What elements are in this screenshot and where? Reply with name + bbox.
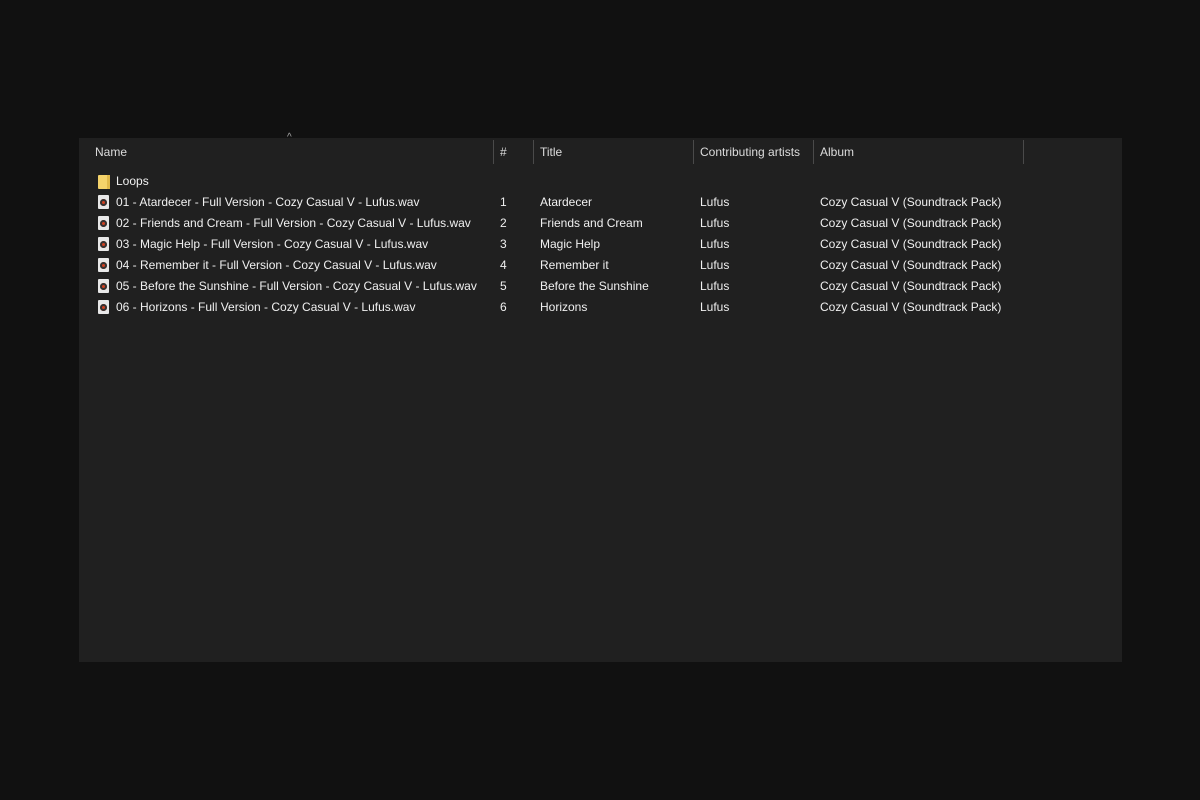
album-name: Cozy Casual V (Soundtrack Pack) (820, 279, 1002, 293)
album-name: Cozy Casual V (Soundtrack Pack) (820, 237, 1002, 251)
contributing-artist: Lufus (700, 300, 730, 314)
track-title: Magic Help (540, 237, 601, 251)
file-name: 03 - Magic Help - Full Version - Cozy Ca… (116, 237, 429, 251)
track-title: Friends and Cream (540, 216, 643, 230)
audio-file-icon (98, 279, 109, 293)
track-title: Before the Sunshine (540, 279, 649, 293)
file-name: 04 - Remember it - Full Version - Cozy C… (116, 258, 437, 272)
column-header-album[interactable]: Album (813, 138, 1023, 166)
contributing-artist: Lufus (700, 216, 730, 230)
file-row[interactable]: 04 - Remember it - Full Version - Cozy C… (79, 255, 1122, 276)
track-number: 6 (500, 300, 507, 314)
track-title: Horizons (540, 300, 588, 314)
audio-file-icon (98, 195, 109, 209)
file-row[interactable]: 02 - Friends and Cream - Full Version - … (79, 213, 1122, 234)
contributing-artist: Lufus (700, 195, 730, 209)
track-title: Atardecer (540, 195, 593, 209)
track-title: Remember it (540, 258, 609, 272)
contributing-artist: Lufus (700, 258, 730, 272)
album-name: Cozy Casual V (Soundtrack Pack) (820, 195, 1002, 209)
column-header-bar: ^ Name # Title Contributing artists Albu… (79, 132, 1122, 166)
column-header-name[interactable]: Name (88, 138, 493, 166)
contributing-artist: Lufus (700, 237, 730, 251)
track-number: 1 (500, 195, 507, 209)
file-list-view: ^ Name # Title Contributing artists Albu… (79, 132, 1122, 662)
contributing-artist: Lufus (700, 279, 730, 293)
file-row[interactable]: 06 - Horizons - Full Version - Cozy Casu… (79, 297, 1122, 318)
file-row[interactable]: 05 - Before the Sunshine - Full Version … (79, 276, 1122, 297)
album-name: Cozy Casual V (Soundtrack Pack) (820, 216, 1002, 230)
file-name: 05 - Before the Sunshine - Full Version … (116, 279, 477, 293)
audio-file-icon (98, 237, 109, 251)
file-name: 06 - Horizons - Full Version - Cozy Casu… (116, 300, 416, 314)
column-header-title[interactable]: Title (533, 138, 693, 166)
folder-row[interactable]: Loops (79, 171, 1122, 192)
column-resize-handle[interactable] (1023, 140, 1024, 164)
track-number: 5 (500, 279, 507, 293)
file-row[interactable]: 01 - Atardecer - Full Version - Cozy Cas… (79, 192, 1122, 213)
track-number: 4 (500, 258, 507, 272)
track-number: 2 (500, 216, 507, 230)
audio-file-icon (98, 258, 109, 272)
audio-file-icon (98, 216, 109, 230)
file-row[interactable]: 03 - Magic Help - Full Version - Cozy Ca… (79, 234, 1122, 255)
folder-name: Loops (116, 174, 149, 188)
file-name: 01 - Atardecer - Full Version - Cozy Cas… (116, 195, 420, 209)
album-name: Cozy Casual V (Soundtrack Pack) (820, 300, 1002, 314)
file-name: 02 - Friends and Cream - Full Version - … (116, 216, 471, 230)
folder-icon (98, 175, 110, 189)
track-number: 3 (500, 237, 507, 251)
column-header-number[interactable]: # (493, 138, 533, 166)
audio-file-icon (98, 300, 109, 314)
column-header-contributing-artists[interactable]: Contributing artists (693, 138, 813, 166)
album-name: Cozy Casual V (Soundtrack Pack) (820, 258, 1002, 272)
